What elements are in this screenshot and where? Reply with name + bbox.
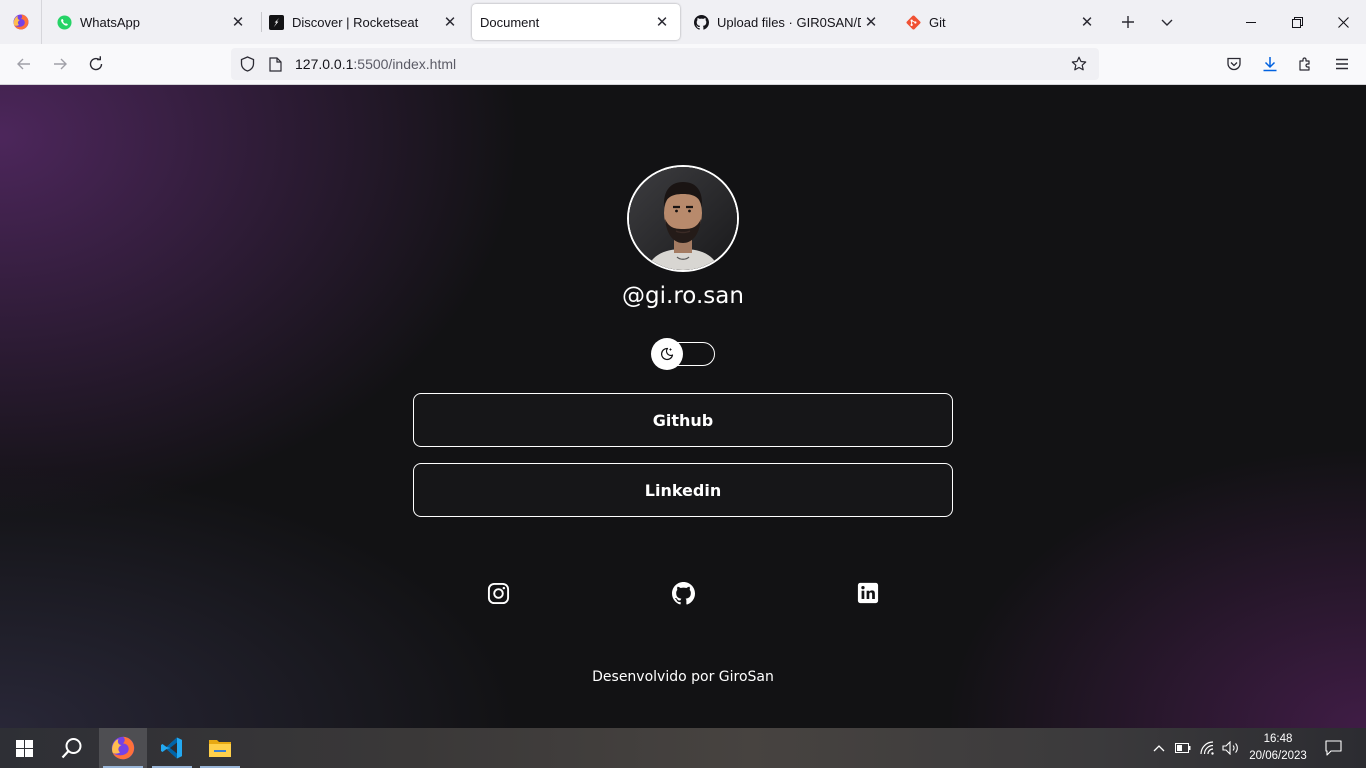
volume-icon[interactable] bbox=[1220, 728, 1242, 768]
downloads-button[interactable] bbox=[1254, 48, 1286, 80]
tab-git[interactable]: Git ✕ bbox=[897, 4, 1105, 40]
bookmark-star-icon[interactable] bbox=[1065, 48, 1093, 80]
show-hidden-icons-chevron-up-icon[interactable] bbox=[1148, 728, 1170, 768]
arrow-left-icon bbox=[17, 58, 30, 70]
download-icon bbox=[1263, 57, 1277, 72]
tab-label: Upload files · GIR0SAN/DevLi bbox=[717, 14, 861, 30]
github-icon bbox=[693, 14, 709, 30]
taskbar-vscode[interactable] bbox=[148, 728, 196, 768]
tab-label: WhatsApp bbox=[80, 14, 140, 30]
windows-taskbar: 16:48 20/06/2023 bbox=[0, 728, 1366, 768]
close-icon bbox=[1337, 16, 1349, 28]
tab-document[interactable]: Document ✕ bbox=[472, 4, 680, 40]
vscode-icon bbox=[161, 737, 182, 759]
system-clock[interactable]: 16:48 20/06/2023 bbox=[1240, 731, 1316, 765]
linkedin-link-button[interactable]: Linkedin bbox=[413, 463, 953, 517]
battery-icon[interactable] bbox=[1172, 728, 1194, 768]
address-bar[interactable]: 127.0.0.1:5500/index.html bbox=[231, 48, 1099, 80]
tab-rocketseat[interactable]: Discover | Rocketseat ✕ bbox=[260, 4, 468, 40]
new-tab-button[interactable] bbox=[1112, 6, 1144, 38]
firefox-icon bbox=[111, 736, 135, 760]
reload-icon bbox=[89, 56, 103, 71]
moon-icon bbox=[661, 347, 674, 361]
navigation-toolbar: 127.0.0.1:5500/index.html bbox=[0, 44, 1366, 85]
back-button[interactable] bbox=[8, 48, 40, 80]
puzzle-icon bbox=[1299, 57, 1310, 71]
whatsapp-icon bbox=[56, 14, 72, 30]
footer-credit: Desenvolvido por GiroSan bbox=[592, 669, 774, 685]
profile-photo bbox=[629, 167, 737, 270]
github-link-button[interactable]: Github bbox=[413, 393, 953, 447]
taskbar-file-explorer[interactable] bbox=[196, 728, 244, 768]
instagram-icon[interactable] bbox=[486, 581, 510, 605]
notifications-icon[interactable] bbox=[1318, 728, 1348, 768]
close-tab-icon[interactable]: ✕ bbox=[440, 12, 460, 32]
tab-github-upload[interactable]: Upload files · GIR0SAN/DevLi ✕ bbox=[685, 4, 889, 40]
avatar bbox=[627, 165, 739, 272]
username: @gi.ro.san bbox=[622, 283, 744, 309]
firefox-icon bbox=[13, 14, 28, 30]
forward-button[interactable] bbox=[44, 48, 76, 80]
switch-knob bbox=[651, 338, 683, 370]
plus-icon bbox=[1122, 16, 1134, 28]
tab-label: Discover | Rocketseat bbox=[292, 14, 419, 30]
firefox-menu-button[interactable] bbox=[0, 0, 42, 44]
clock-time: 16:48 bbox=[1263, 733, 1293, 745]
tab-label: Git bbox=[929, 14, 946, 30]
shield-icon[interactable] bbox=[233, 48, 261, 80]
taskbar-search-button[interactable] bbox=[48, 728, 96, 768]
extensions-button[interactable] bbox=[1290, 48, 1322, 80]
pocket-button[interactable] bbox=[1218, 48, 1250, 80]
search-icon bbox=[61, 738, 82, 759]
close-tab-icon[interactable]: ✕ bbox=[1077, 12, 1097, 32]
wifi-icon[interactable] bbox=[1197, 728, 1219, 768]
restore-icon bbox=[1291, 16, 1303, 28]
tab-whatsapp[interactable]: WhatsApp ✕ bbox=[48, 4, 256, 40]
chevron-down-icon bbox=[1161, 19, 1173, 26]
reload-button[interactable] bbox=[80, 48, 112, 80]
arrow-right-icon bbox=[54, 58, 67, 70]
rocketseat-icon bbox=[268, 14, 284, 30]
hamburger-icon bbox=[1336, 58, 1348, 70]
github-icon[interactable] bbox=[671, 581, 695, 605]
windows-start-icon bbox=[15, 739, 33, 757]
git-icon bbox=[905, 14, 921, 30]
linkedin-icon[interactable] bbox=[856, 581, 880, 605]
app-menu-button[interactable] bbox=[1326, 48, 1358, 80]
close-tab-icon[interactable]: ✕ bbox=[652, 12, 672, 32]
close-tab-icon[interactable]: ✕ bbox=[861, 12, 881, 32]
tab-strip: WhatsApp ✕ Discover | Rocketseat ✕ Docum… bbox=[0, 0, 1366, 44]
tab-label: Document bbox=[480, 14, 540, 30]
page-info-icon[interactable] bbox=[261, 48, 289, 80]
theme-toggle-switch[interactable] bbox=[651, 338, 715, 370]
page-viewport: @gi.ro.san Github Linkedin Desenvolvido … bbox=[0, 85, 1366, 728]
pocket-icon bbox=[1227, 57, 1241, 71]
file-explorer-icon bbox=[209, 740, 231, 757]
close-window-button[interactable] bbox=[1320, 0, 1366, 44]
taskbar-firefox[interactable] bbox=[99, 728, 147, 768]
close-tab-icon[interactable]: ✕ bbox=[228, 12, 248, 32]
minimize-button[interactable] bbox=[1228, 0, 1274, 44]
clock-date: 20/06/2023 bbox=[1249, 750, 1307, 762]
url-text: 127.0.0.1:5500/index.html bbox=[295, 56, 457, 72]
restore-button[interactable] bbox=[1274, 0, 1320, 44]
minimize-icon bbox=[1245, 21, 1256, 23]
start-button[interactable] bbox=[0, 728, 48, 768]
list-all-tabs-button[interactable] bbox=[1151, 6, 1183, 38]
